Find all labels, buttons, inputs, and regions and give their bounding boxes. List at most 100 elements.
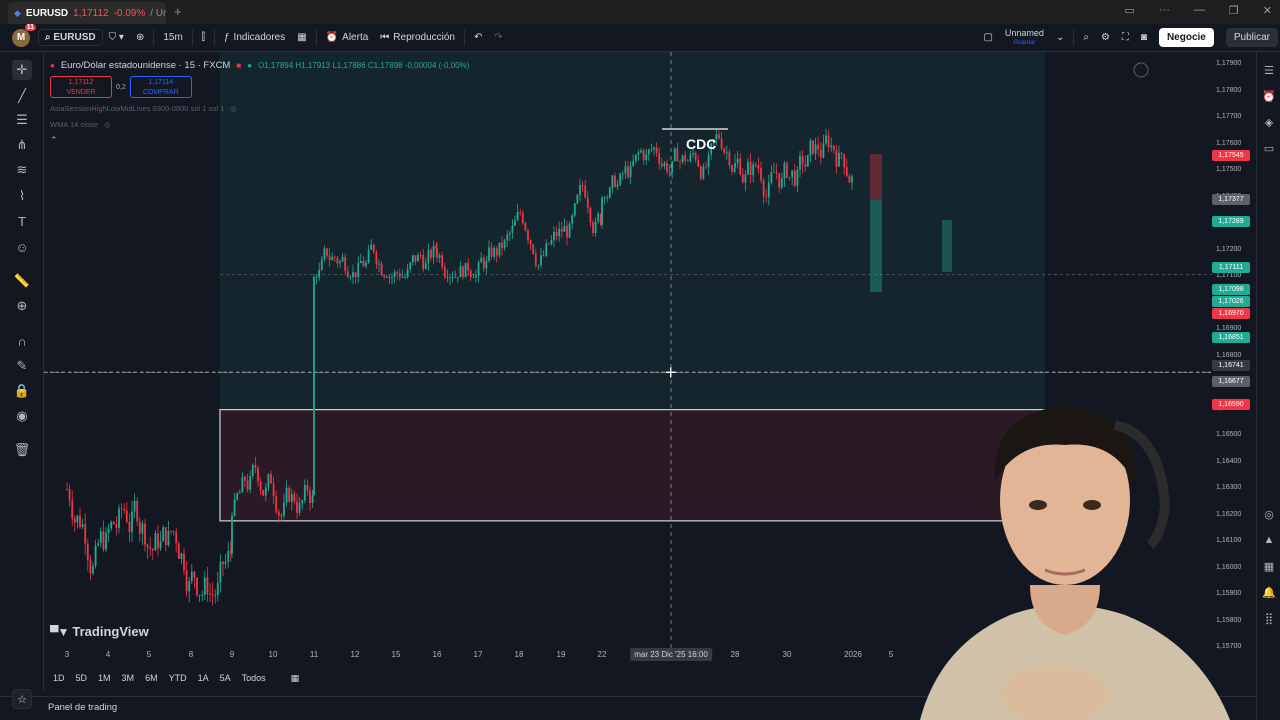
legend-title[interactable]: Euro/Dólar estadounidense · 15 · FXCM <box>61 60 231 71</box>
watchlist-icon[interactable]: ☰ <box>1261 62 1277 78</box>
alert-button[interactable]: ⏰ Alerta <box>320 24 375 51</box>
undo-button[interactable]: ↶ <box>468 24 488 51</box>
range-button[interactable]: 5D <box>76 673 88 683</box>
tab-title-rest: / Un <box>150 7 166 19</box>
pitchfork-icon[interactable]: ⋔ <box>12 135 32 155</box>
indicator-row[interactable]: AsiaSessionHighLowMidLines 0300-0800 sol… <box>50 103 469 114</box>
replay-button[interactable]: ⏮ Reproducción <box>374 24 461 51</box>
ideas-icon[interactable]: ▲ <box>1261 532 1277 548</box>
candle-body <box>594 221 597 234</box>
range-button[interactable]: 1M <box>98 673 111 683</box>
templates-button[interactable]: ▦ <box>291 24 312 51</box>
patterns-icon[interactable]: ⌇ <box>12 186 32 206</box>
candle-body <box>793 170 796 186</box>
notifications-icon[interactable]: 🔔 <box>1261 584 1277 600</box>
indicators-icon: ƒ <box>223 32 230 43</box>
cdc-annotation[interactable]: CDC <box>686 136 716 152</box>
buy-button[interactable]: 1,17114 COMPRAR <box>129 76 192 98</box>
browser-tab[interactable]: ◆ EURUSD 1,17112 -0.09% / Un <box>8 2 166 24</box>
settings-button[interactable]: ⚙ <box>1095 24 1116 51</box>
candle-body <box>99 531 102 544</box>
sell-button[interactable]: 1,17112 VENDER <box>50 76 112 98</box>
range-button[interactable]: 1A <box>198 673 209 683</box>
range-button[interactable]: 5A <box>220 673 231 683</box>
snapshot-button[interactable]: ◙ <box>1135 24 1153 51</box>
candle-body <box>424 263 427 269</box>
hide-drawings-icon[interactable]: ◉ <box>12 406 32 426</box>
indicator-row[interactable]: WMA 14 close ◎ <box>50 119 469 130</box>
candle-body <box>804 164 807 167</box>
ruler-icon[interactable]: 📏 <box>12 271 32 291</box>
lock-icon[interactable]: 🔒 <box>12 381 32 401</box>
candle-body <box>118 508 120 528</box>
layout-dropdown[interactable]: ⌄ <box>1050 24 1070 51</box>
candle-body <box>671 160 674 173</box>
candle-body <box>498 242 501 256</box>
publish-button[interactable]: Publicar <box>1225 28 1278 47</box>
quick-search-button[interactable]: ⌕ <box>1077 24 1095 51</box>
candle-body <box>183 553 185 571</box>
candle-body <box>326 248 328 256</box>
candle-body <box>629 165 632 178</box>
text-icon[interactable]: T <box>12 211 32 231</box>
candle-body <box>634 154 637 162</box>
browser-tab-bar: ◆ EURUSD 1,17112 -0.09% / Un + ▭ ··· — ❐… <box>0 0 1280 24</box>
symbol-search[interactable]: ⌕ EURUSD <box>38 29 103 46</box>
chat-icon[interactable]: ▭ <box>1261 140 1277 156</box>
price-tick: 1,17200 <box>1216 245 1242 253</box>
layout-name-button[interactable]: Unnamed Guardar <box>999 24 1050 51</box>
add-symbol-button[interactable]: ⊕ <box>130 24 150 51</box>
star-icon[interactable]: ☆ <box>12 689 32 709</box>
more-icon[interactable]: ··· <box>1159 4 1170 17</box>
calendar-icon[interactable]: ▦ <box>1261 558 1277 574</box>
range-button[interactable]: 1D <box>53 673 65 683</box>
minimize-icon[interactable]: — <box>1194 4 1205 17</box>
candle-body <box>438 255 441 258</box>
range-button[interactable]: YTD <box>169 673 187 683</box>
horizontal-lines-icon[interactable]: ☰ <box>12 110 32 130</box>
maximize-icon[interactable]: ❐ <box>1229 4 1239 17</box>
trash-icon[interactable]: 🗑 <box>12 440 32 460</box>
goto-date-icon[interactable]: ▦ <box>291 673 300 684</box>
trend-line-icon[interactable]: ╱ <box>12 86 32 106</box>
fullscreen-button[interactable]: ⛶ <box>1116 24 1135 51</box>
candle-body <box>97 543 100 546</box>
layers-icon[interactable]: ◈ <box>1261 114 1277 130</box>
alerts-icon[interactable]: ⏰ <box>1261 88 1277 104</box>
eye-icon[interactable]: ◎ <box>104 120 111 129</box>
chart-type-button[interactable]: ⫿ <box>196 24 211 51</box>
time-tick: 16 <box>432 650 442 659</box>
crosshair-icon[interactable]: ✛ <box>12 60 32 80</box>
trading-panel-tab[interactable]: Panel de trading <box>48 702 117 713</box>
magnet-icon[interactable]: ∩ <box>12 331 32 351</box>
compare-button[interactable]: ⛉ ▾ <box>103 24 130 51</box>
trade-button[interactable]: Negocie <box>1158 28 1214 47</box>
avatar[interactable]: M 11 <box>12 23 36 47</box>
candle-body <box>309 490 311 504</box>
stay-drawing-icon[interactable]: ✎ <box>12 356 32 376</box>
layout-button[interactable]: ▢ <box>977 24 998 51</box>
new-tab-button[interactable]: + <box>174 4 182 19</box>
eye-icon[interactable]: ◎ <box>230 104 237 113</box>
emoji-icon[interactable]: ☺ <box>12 237 32 257</box>
candle-body <box>571 215 574 224</box>
indicators-button[interactable]: ƒ Indicadores <box>218 24 291 51</box>
gann-fib-icon[interactable]: ≋ <box>12 160 32 180</box>
target-icon[interactable]: ◎ <box>1261 506 1277 522</box>
candles-icon: ⫿ <box>201 32 205 43</box>
collapse-legend-button[interactable]: ⌃ <box>50 135 469 146</box>
apps-icon[interactable]: ⣿ <box>1261 610 1277 626</box>
zoom-in-icon[interactable]: ⊕ <box>12 296 32 316</box>
candle-body <box>801 155 804 165</box>
candle-body <box>349 277 352 278</box>
range-button[interactable]: 6M <box>145 673 158 683</box>
redo-button[interactable]: ↷ <box>488 24 508 51</box>
cast-icon[interactable]: ▭ <box>1125 4 1135 17</box>
interval-button[interactable]: 15m <box>157 24 188 51</box>
close-icon[interactable]: ✕ <box>1263 4 1272 17</box>
range-button[interactable]: Todos <box>242 673 266 683</box>
candle-body <box>206 577 209 594</box>
time-tick: 18 <box>514 650 524 659</box>
candle-body <box>825 135 827 144</box>
range-button[interactable]: 3M <box>122 673 135 683</box>
